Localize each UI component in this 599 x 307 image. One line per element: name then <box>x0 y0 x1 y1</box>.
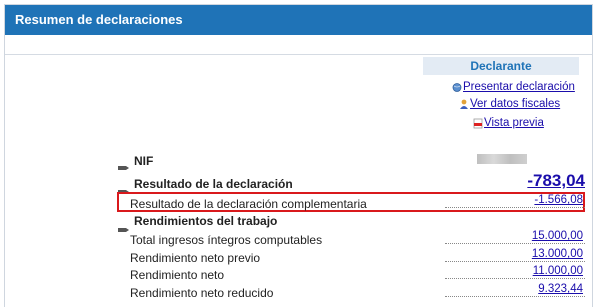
row-divider <box>445 243 585 244</box>
total-ingresos-value-link[interactable]: 15.000,00 <box>532 230 583 242</box>
resultado-value-link[interactable]: -783,04 <box>527 171 585 191</box>
pdf-document-icon <box>473 118 483 129</box>
neto-value-link[interactable]: 11.000,00 <box>533 265 583 277</box>
arrow-bullet-icon <box>118 158 129 170</box>
arrow-bullet-icon <box>118 182 129 194</box>
nif-value-redacted <box>477 154 527 164</box>
neto-label: Rendimiento neto <box>130 268 225 282</box>
declarante-heading: Declarante <box>423 57 579 75</box>
neto-reducido-value-link[interactable]: 9.323,44 <box>538 283 583 295</box>
total-ingresos-label: Total ingresos íntegros computables <box>130 233 323 247</box>
resultado-label: Resultado de la declaración <box>134 177 293 191</box>
complementaria-value-link[interactable]: -1.566,08 <box>534 194 583 206</box>
panel-title: Resumen de declaraciones <box>5 5 592 35</box>
neto-reducido-label: Rendimiento neto reducido <box>130 286 274 300</box>
person-icon <box>459 99 469 110</box>
rendimientos-section-label: Rendimientos del trabajo <box>134 214 278 228</box>
neto-previo-label: Rendimiento neto previo <box>130 251 261 265</box>
globe-icon <box>452 82 462 93</box>
ver-datos-fiscales-link[interactable]: Ver datos fiscales <box>459 98 560 110</box>
vista-previa-link[interactable]: Vista previa <box>473 117 544 129</box>
nif-label: NIF <box>134 154 154 168</box>
complementaria-label: Resultado de la declaración complementar… <box>130 197 367 211</box>
row-divider <box>445 207 585 208</box>
neto-previo-value-link[interactable]: 13.000,00 <box>532 248 583 260</box>
declarante-column: Declarante <box>423 57 579 75</box>
row-divider <box>445 261 585 262</box>
arrow-bullet-icon <box>118 220 129 232</box>
presentar-declaracion-link[interactable]: Presentar declaración <box>452 81 575 93</box>
row-divider <box>445 278 585 279</box>
row-divider <box>445 296 585 297</box>
panel-subheader <box>5 35 592 55</box>
